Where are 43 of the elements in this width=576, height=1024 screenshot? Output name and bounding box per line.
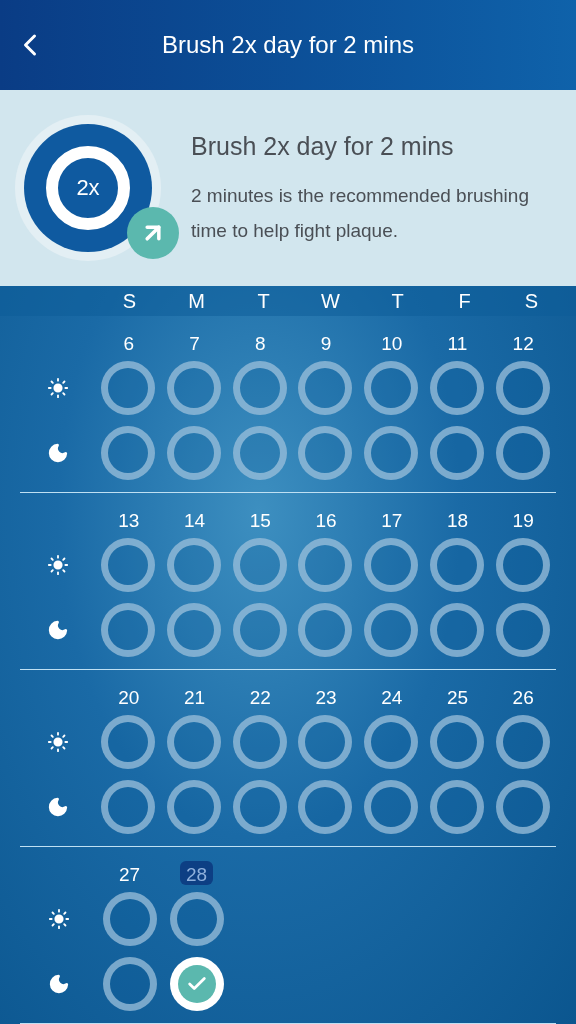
weekday-label: F: [457, 289, 472, 314]
date-label[interactable]: 22: [249, 684, 271, 708]
date-label[interactable]: 16: [315, 507, 337, 531]
window-title: Brush 2x day for 2 mins: [160, 29, 416, 60]
date-label[interactable]: 6: [123, 330, 135, 354]
weekday-label: T: [256, 289, 271, 314]
date-label[interactable]: 21: [184, 684, 206, 708]
date-label[interactable]: 23: [315, 684, 337, 708]
date-label[interactable]: 14: [184, 507, 206, 531]
weekday-label: S: [523, 289, 540, 314]
date-label[interactable]: 13: [118, 507, 140, 531]
date-label[interactable]: 9: [320, 330, 332, 354]
date-label[interactable]: 8: [255, 330, 266, 354]
date-label[interactable]: 17: [381, 507, 403, 531]
sun-icon: [47, 730, 70, 753]
moon-icon: [47, 441, 70, 464]
date-label[interactable]: 11: [447, 330, 468, 354]
goal-title: Brush 2x day for 2 mins: [191, 131, 455, 163]
weekday-label: M: [187, 289, 206, 314]
date-label[interactable]: 20: [118, 684, 140, 708]
date-label[interactable]: 12: [512, 330, 534, 354]
weekday-label: S: [121, 289, 138, 314]
date-label[interactable]: 25: [446, 684, 468, 708]
share-button[interactable]: [127, 206, 179, 259]
moon-icon: [48, 972, 70, 995]
date-label[interactable]: 27: [118, 861, 141, 885]
date-label[interactable]: 19: [512, 507, 534, 531]
moon-icon: [47, 618, 70, 641]
date-label[interactable]: 26: [512, 684, 534, 708]
goal-description: 2 minutes is the recommended brushing time to help fight plaque.: [191, 183, 530, 243]
weekday-label: T: [390, 289, 405, 314]
date-label[interactable]: 28: [179, 861, 214, 885]
sun-icon: [48, 907, 70, 930]
weekday-label: W: [320, 289, 341, 314]
goal-count: 2x: [76, 174, 100, 203]
date-label[interactable]: 10: [381, 330, 403, 354]
sun-icon: [47, 553, 70, 576]
moon-icon: [47, 795, 70, 818]
date-label[interactable]: 7: [189, 330, 200, 354]
date-label[interactable]: 18: [446, 507, 468, 531]
sun-icon: [47, 376, 70, 399]
date-label[interactable]: 15: [249, 507, 271, 531]
date-label[interactable]: 24: [381, 684, 403, 708]
